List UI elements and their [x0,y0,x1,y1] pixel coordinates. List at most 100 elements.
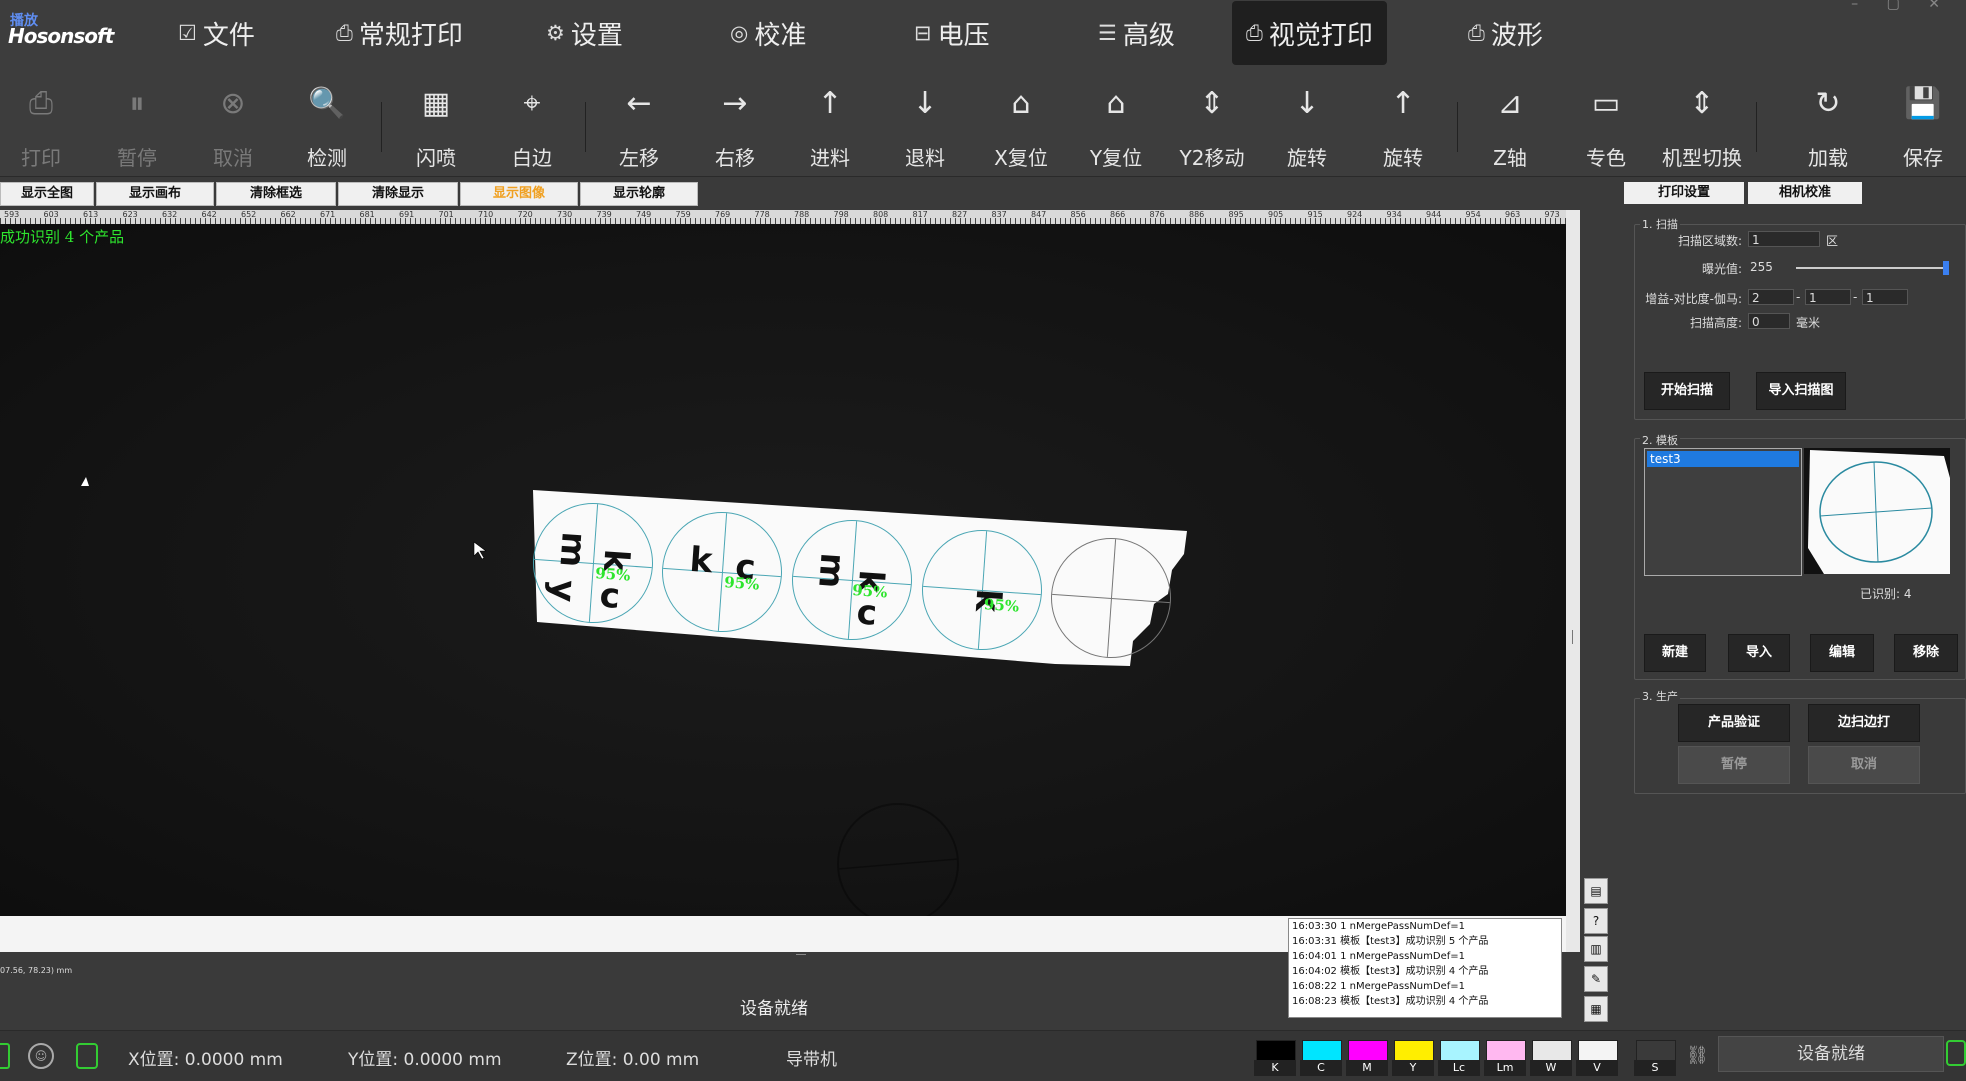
home-icon: ⌂ [1011,86,1031,121]
menu-label: 电压 [937,20,990,51]
toolbar-separator [1756,102,1757,152]
exposure-slider-thumb[interactable] [1943,261,1949,275]
clear-selection-button[interactable]: 清除框选 [216,182,336,206]
new-template-button[interactable]: 新建 [1644,634,1706,672]
recognized-count: 4 [1903,587,1912,601]
feed-button[interactable]: ↑ 进料 [790,72,870,176]
ruler-label: 642 [201,210,217,219]
scan-area-count-input[interactable]: 1 [1748,231,1820,247]
white-edge-button[interactable]: ⌖ 白边 [492,72,572,176]
voltage-icon: ⊟ [914,21,932,45]
clipboard-icon[interactable]: ▥ [1584,936,1608,962]
file-icon: ☑ [178,21,197,45]
printer-icon: ⎙ [29,86,53,121]
tab-camera-calibration[interactable]: 相机校准 [1748,182,1862,204]
y2-move-button[interactable]: ⇕ Y2移动 [1172,72,1252,176]
show-contour-button[interactable]: 显示轮廓 [580,182,698,206]
ink-name: S [1634,1060,1676,1076]
z-axis-button[interactable]: ⊿ Z轴 [1470,72,1550,176]
target-icon: ⌖ [523,86,541,121]
ruler-label: 603 [43,210,59,219]
rotate-label: 旋转 [1383,146,1423,170]
camera-canvas[interactable]: m k y c 95% k c 95% m k c 95% k 95% [0,224,1566,916]
white-edge-label: 白边 [512,146,552,170]
menu-settings[interactable]: ⚙ 设置 [546,0,623,66]
clear-display-button[interactable]: 清除显示 [338,182,458,206]
menu-normal-print[interactable]: ⎙ 常规打印 [336,0,463,66]
zip-icon[interactable]: ▤ [1584,878,1608,904]
horizontal-ruler: 593 603 613 623 632 642 652 662 671 681 691 701 710 7… [0,210,1580,225]
y-reset-button[interactable]: ⌂ Y复位 [1076,72,1156,176]
retract-label: 退料 [905,146,945,170]
show-full-image-button[interactable]: 显示全图 [0,182,94,206]
exposure-slider-track[interactable] [1796,267,1946,269]
start-scan-button[interactable]: 开始扫描 [1644,372,1730,410]
document-icon[interactable]: ▦ [1584,996,1608,1022]
exposure-label: 曝光值: [1701,262,1742,276]
move-left-button[interactable]: ← 左移 [599,72,679,176]
link-icon[interactable]: ⛓ [1686,1045,1709,1066]
ink-slot-y: Y [1392,1038,1434,1078]
recognized-label-text: 已识别: [1860,587,1901,601]
rotate-down-button[interactable]: ↓ 旋转 [1267,72,1347,176]
retract-button[interactable]: ↓ 退料 [885,72,965,176]
user-icon[interactable]: ☺ [28,1043,54,1069]
menu-vision-print[interactable]: ⎙ 视觉打印 [1232,1,1387,65]
template-list-item[interactable]: test3 [1647,451,1799,467]
ruler-label: 876 [1149,210,1165,219]
gain-input[interactable]: 2 [1748,289,1794,305]
log-panel[interactable]: 16:03:30 1 nMergePassNumDef=1 16:03:31 模… [1288,918,1562,1018]
help-icon[interactable]: ? [1584,908,1608,934]
lamp-icon[interactable] [1946,1040,1966,1066]
product-letter: k [688,539,714,582]
scan-while-print-button[interactable]: 边扫边打 [1808,704,1920,742]
printer-icon: ⎙ [1246,20,1263,45]
cancel-button[interactable]: ⊗ 取消 [193,72,273,176]
splitter-handle[interactable] [796,954,806,955]
import-template-button[interactable]: 导入 [1728,634,1790,672]
product-verify-button[interactable]: 产品验证 [1678,704,1790,742]
transport-mode: 导带机 [786,1050,837,1070]
gamma-input[interactable]: 1 [1862,289,1908,305]
menu-calibrate[interactable]: ◎ 校准 [730,0,806,66]
connection-icon [0,1043,10,1069]
tab-print-settings[interactable]: 打印设置 [1624,182,1744,204]
check-button[interactable]: 🔍 检测 [287,72,367,176]
show-image-button[interactable]: 显示图像 [460,182,578,206]
import-scan-button[interactable]: 导入扫描图 [1756,372,1846,410]
scan-height-input[interactable]: 0 [1748,313,1790,329]
ink-swatch [1256,1040,1296,1062]
grid-icon: ▦ [421,86,451,121]
x-reset-button[interactable]: ⌂ X复位 [981,72,1061,176]
model-switch-button[interactable]: ⇕ 机型切换 [1662,72,1742,176]
show-canvas-button[interactable]: 显示画布 [96,182,214,206]
rotate-up-button[interactable]: ↑ 旋转 [1363,72,1443,176]
menu-file[interactable]: ☑ 文件 [178,0,255,66]
y-reset-label: Y复位 [1089,146,1143,170]
load-label: 加载 [1808,146,1848,170]
remove-template-button[interactable]: 移除 [1894,634,1958,672]
save-button[interactable]: 💾 保存 [1883,72,1963,176]
menu-voltage[interactable]: ⊟ 电压 [914,0,990,66]
print-button[interactable]: ⎙ 打印 [1,72,81,176]
contrast-input[interactable]: 1 [1805,289,1851,305]
logo-brand: Hosonsoft [8,24,114,48]
menu-advanced[interactable]: ☰ 高级 [1098,0,1175,66]
exposure-value: 255 [1750,260,1773,274]
menu-waveform[interactable]: ⎙ 波形 [1468,0,1543,66]
load-button[interactable]: ↻ 加载 [1788,72,1868,176]
production-cancel-button[interactable]: 取消 [1808,746,1920,784]
menu-label: 常规打印 [358,20,463,51]
product-letter: y [542,578,584,604]
template-list[interactable]: test3 [1644,448,1802,576]
vertical-scrollbar[interactable] [1566,210,1580,952]
flash-spray-button[interactable]: ▦ 闪喷 [396,72,476,176]
edit-template-button[interactable]: 编辑 [1810,634,1874,672]
edit-icon[interactable]: ✎ [1584,966,1608,992]
window-controls[interactable]: – ▢ ✕ [1851,0,1952,12]
rotate-up-icon: ↑ [1390,86,1416,121]
spot-color-button[interactable]: ▭ 专色 [1566,72,1646,176]
pause-button[interactable]: ⏸ 暂停 [97,72,177,176]
move-right-button[interactable]: → 右移 [695,72,775,176]
production-pause-button[interactable]: 暂停 [1678,746,1790,784]
